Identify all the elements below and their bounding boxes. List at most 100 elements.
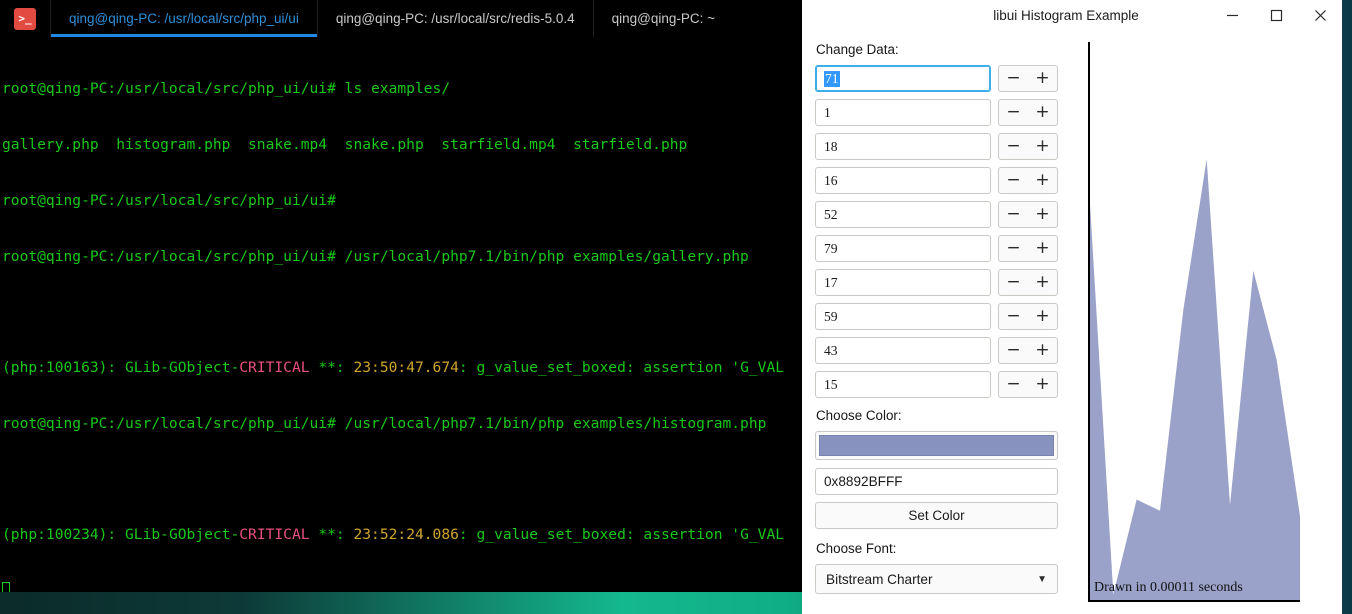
spinbox-value-4: 52 <box>824 206 838 222</box>
chevron-down-icon: ▼ <box>1037 573 1047 585</box>
spinbox-decrement-button-5[interactable]: − <box>999 236 1028 261</box>
terminal-line-7: root@qing-PC:/usr/local/src/php_ui/ui# /… <box>2 415 930 434</box>
spinbox-row-0: 71 − + <box>815 65 1058 92</box>
spinbox-row-5: 79 − + <box>815 235 1058 262</box>
terminal-line-4-command: /usr/local/php7.1/bin/php examples/galle… <box>344 247 749 265</box>
spinbox-increment-button-3[interactable]: + <box>1028 168 1057 193</box>
spinbox-increment-button-8[interactable]: + <box>1028 338 1057 363</box>
spinbox-input-5[interactable]: 79 <box>815 235 991 262</box>
spinbox-increment-button-0[interactable]: + <box>1028 66 1057 91</box>
terminal-line-6-pid: (php:100163): <box>2 359 126 377</box>
spinbox-decrement-button-8[interactable]: − <box>999 338 1028 363</box>
spinbox-decrement-button-1[interactable]: − <box>999 100 1028 125</box>
histogram-chart[interactable]: Drawn in 0.00011 seconds <box>1088 42 1300 602</box>
spinbox-row-3: 16 − + <box>815 167 1058 194</box>
spinbox-decrement-button-9[interactable]: − <box>999 372 1028 397</box>
spinbox-buttons-8: − + <box>998 337 1058 364</box>
terminal-tab-bar: >_ qing@qing-PC: /usr/local/src/php_ui/u… <box>0 0 930 37</box>
spinbox-increment-button-7[interactable]: + <box>1028 304 1057 329</box>
spinbox-input-3[interactable]: 16 <box>815 167 991 194</box>
terminal-line-4-prompt: root@qing-PC:/usr/local/src/php_ui/ui# <box>2 247 345 265</box>
spinbox-increment-button-6[interactable]: + <box>1028 270 1057 295</box>
spinbox-decrement-button-4[interactable]: − <box>999 202 1028 227</box>
choose-color-label: Choose Color: <box>816 408 902 423</box>
spinbox-value-3: 16 <box>824 172 838 188</box>
color-hex-value: 0x8892BFFF <box>824 474 903 489</box>
spinbox-buttons-6: − + <box>998 269 1058 296</box>
spinbox-input-1[interactable]: 1 <box>815 99 991 126</box>
terminal-line-7-command: /usr/local/php7.1/bin/php examples/histo… <box>344 414 767 432</box>
spinbox-decrement-button-0[interactable]: − <box>999 66 1028 91</box>
terminal-window: >_ qing@qing-PC: /usr/local/src/php_ui/u… <box>0 0 930 592</box>
terminal-cursor <box>2 582 10 592</box>
terminal-tab-1[interactable]: qing@qing-PC: /usr/local/src/redis-5.0.4 <box>316 0 593 37</box>
minimize-icon[interactable] <box>1210 0 1254 30</box>
terminal-output[interactable]: root@qing-PC:/usr/local/src/php_ui/ui# l… <box>0 37 930 592</box>
spinbox-buttons-4: − + <box>998 201 1058 228</box>
color-hex-input[interactable]: 0x8892BFFF <box>815 468 1058 495</box>
spinbox-increment-button-5[interactable]: + <box>1028 236 1057 261</box>
spinbox-value-7: 59 <box>824 308 838 324</box>
terminal-line-9: (php:100234): GLib-GObject-CRITICAL **: … <box>2 526 930 545</box>
spinbox-buttons-3: − + <box>998 167 1058 194</box>
libui-title-bar[interactable]: libui Histogram Example <box>802 0 1342 30</box>
spinbox-increment-button-1[interactable]: + <box>1028 100 1057 125</box>
terminal-line-9-domain: GLib-GObject- <box>125 526 240 544</box>
terminal-line-9-level: CRITICAL <box>239 526 310 544</box>
close-icon[interactable] <box>1298 0 1342 30</box>
terminal-icon-wrapper: >_ <box>0 0 50 37</box>
spinbox-input-6[interactable]: 17 <box>815 269 991 296</box>
window-controls <box>1210 0 1342 30</box>
terminal-line-4: root@qing-PC:/usr/local/src/php_ui/ui# /… <box>2 248 930 267</box>
spinbox-input-0[interactable]: 71 <box>815 65 991 92</box>
spinbox-input-8[interactable]: 43 <box>815 337 991 364</box>
spinbox-row-9: 15 − + <box>815 371 1058 398</box>
terminal-line-8-blank <box>2 471 930 490</box>
spinbox-row-1: 1 − + <box>815 99 1058 126</box>
terminal-icon-glyph: >_ <box>18 12 32 25</box>
font-select[interactable]: Bitstream Charter ▼ <box>815 564 1058 594</box>
spinbox-increment-button-2[interactable]: + <box>1028 134 1057 159</box>
terminal-tab-2-label: qing@qing-PC: ~ <box>611 11 716 26</box>
spinbox-input-4[interactable]: 52 <box>815 201 991 228</box>
terminal-tab-0[interactable]: qing@qing-PC: /usr/local/src/php_ui/ui <box>50 0 317 37</box>
spinbox-decrement-button-7[interactable]: − <box>999 304 1028 329</box>
terminal-line-6: (php:100163): GLib-GObject-CRITICAL **: … <box>2 359 930 378</box>
spinbox-decrement-button-6[interactable]: − <box>999 270 1028 295</box>
spinbox-buttons-2: − + <box>998 133 1058 160</box>
spinbox-row-6: 17 − + <box>815 269 1058 296</box>
spinbox-buttons-7: − + <box>998 303 1058 330</box>
terminal-cursor-line <box>2 582 930 592</box>
spinbox-buttons-1: − + <box>998 99 1058 126</box>
terminal-line-1-command: ls examples/ <box>344 80 451 98</box>
spinbox-value-5: 79 <box>824 240 838 256</box>
spinbox-buttons-5: − + <box>998 235 1058 262</box>
histogram-area-polygon <box>1090 159 1300 600</box>
terminal-line-6-domain: GLib-GObject- <box>125 359 240 377</box>
maximize-icon[interactable] <box>1254 0 1298 30</box>
spinbox-value-2: 18 <box>824 138 838 154</box>
terminal-line-6-message: : g_value_set_boxed: assertion 'G_VAL <box>458 359 785 377</box>
terminal-line-1: root@qing-PC:/usr/local/src/php_ui/ui# l… <box>2 80 930 99</box>
spinbox-input-2[interactable]: 18 <box>815 133 991 160</box>
spinbox-decrement-button-2[interactable]: − <box>999 134 1028 159</box>
spinbox-input-7[interactable]: 59 <box>815 303 991 330</box>
spinbox-increment-button-9[interactable]: + <box>1028 372 1057 397</box>
spinbox-value-9: 15 <box>824 376 838 392</box>
histogram-pane: Drawn in 0.00011 seconds <box>1070 30 1342 614</box>
font-select-value: Bitstream Charter <box>826 571 933 587</box>
set-color-label: Set Color <box>908 508 965 523</box>
terminal-line-9-time: 23:52:24.086 <box>353 526 459 544</box>
terminal-line-3: root@qing-PC:/usr/local/src/php_ui/ui# <box>2 192 930 211</box>
spinbox-increment-button-4[interactable]: + <box>1028 202 1057 227</box>
terminal-line-2-files: gallery.php histogram.php snake.mp4 snak… <box>2 135 688 153</box>
terminal-line-2: gallery.php histogram.php snake.mp4 snak… <box>2 136 930 155</box>
set-color-button[interactable]: Set Color <box>815 502 1058 529</box>
color-picker-button[interactable] <box>815 431 1058 460</box>
window-title: libui Histogram Example <box>993 7 1139 23</box>
spinbox-decrement-button-3[interactable]: − <box>999 168 1028 193</box>
color-swatch <box>819 435 1054 456</box>
terminal-line-7-prompt: root@qing-PC:/usr/local/src/php_ui/ui# <box>2 414 345 432</box>
spinbox-input-9[interactable]: 15 <box>815 371 991 398</box>
terminal-tab-2[interactable]: qing@qing-PC: ~ <box>592 0 733 37</box>
